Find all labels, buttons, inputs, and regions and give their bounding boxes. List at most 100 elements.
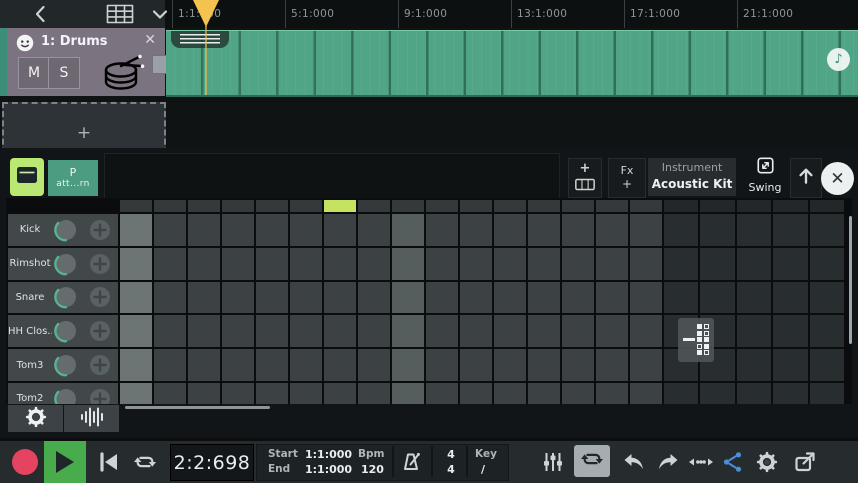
step-cell[interactable] xyxy=(494,214,526,246)
mixer-faders-icon[interactable] xyxy=(540,449,566,475)
export-button[interactable] xyxy=(790,449,820,475)
step-cell[interactable] xyxy=(528,282,560,314)
swing-button[interactable]: Swing xyxy=(744,156,786,198)
step-cell[interactable] xyxy=(664,282,698,314)
step-cell[interactable] xyxy=(773,315,807,347)
timeline-ruler[interactable]: 1:1:0005:1:0009:1:00013:1:00017:1:00021:… xyxy=(165,0,858,28)
volume-knob[interactable] xyxy=(53,284,79,310)
step-position-cell[interactable] xyxy=(562,200,594,212)
step-position-cell[interactable] xyxy=(596,200,628,212)
step-cell[interactable] xyxy=(494,282,526,314)
step-cell[interactable] xyxy=(460,383,492,404)
step-cell[interactable] xyxy=(188,248,220,280)
panel-close-button[interactable]: ✕ xyxy=(821,162,854,195)
step-position-cell[interactable] xyxy=(773,200,807,212)
undo-button[interactable] xyxy=(620,450,648,474)
loop-mode-button[interactable] xyxy=(574,445,610,477)
step-cell[interactable] xyxy=(562,282,594,314)
step-cell[interactable] xyxy=(494,349,526,381)
sequencer-settings-button[interactable] xyxy=(8,405,63,432)
step-cell[interactable] xyxy=(810,315,844,347)
step-position-cell[interactable] xyxy=(460,200,492,212)
volume-knob[interactable] xyxy=(53,318,79,344)
step-cell[interactable] xyxy=(188,349,220,381)
step-cell[interactable] xyxy=(700,383,734,404)
step-cell[interactable] xyxy=(494,248,526,280)
step-position-cell[interactable] xyxy=(154,200,186,212)
step-cell[interactable] xyxy=(426,315,458,347)
step-cell[interactable] xyxy=(528,349,560,381)
step-cell[interactable] xyxy=(154,349,186,381)
step-position-cell[interactable] xyxy=(222,200,254,212)
step-cell[interactable] xyxy=(358,282,390,314)
drums-clip[interactable]: ♪ xyxy=(166,30,858,97)
step-cell[interactable] xyxy=(562,383,594,404)
step-cell[interactable] xyxy=(737,383,771,404)
step-cell[interactable] xyxy=(392,282,424,314)
step-position-cell[interactable] xyxy=(528,200,560,212)
time-display[interactable]: 2:2:698 xyxy=(170,444,254,481)
step-cell[interactable] xyxy=(494,383,526,404)
step-cell[interactable] xyxy=(664,383,698,404)
step-cell[interactable] xyxy=(460,282,492,314)
step-cell[interactable] xyxy=(773,248,807,280)
share-button[interactable] xyxy=(720,449,746,475)
step-cell[interactable] xyxy=(358,214,390,246)
step-cell[interactable] xyxy=(596,349,628,381)
step-cell[interactable] xyxy=(630,349,662,381)
step-cell[interactable] xyxy=(528,315,560,347)
play-button[interactable] xyxy=(44,441,86,483)
back-icon[interactable] xyxy=(34,5,46,23)
step-position-cell[interactable] xyxy=(256,200,288,212)
solo-button[interactable]: S xyxy=(48,57,80,89)
step-cell[interactable] xyxy=(810,282,844,314)
step-cell[interactable] xyxy=(222,383,254,404)
step-cell[interactable] xyxy=(392,383,424,404)
step-cell[interactable] xyxy=(290,349,322,381)
step-cell[interactable] xyxy=(773,282,807,314)
metronome-icon[interactable] xyxy=(398,450,424,474)
track-close-icon[interactable]: ✕ xyxy=(144,32,156,48)
pattern-select-button[interactable]: P att...rn xyxy=(48,160,98,196)
skip-to-start-button[interactable] xyxy=(94,449,124,475)
step-cell[interactable] xyxy=(392,349,424,381)
clip-drag-handle[interactable] xyxy=(171,31,229,48)
time-sig-denominator[interactable]: 4 xyxy=(443,463,459,476)
step-cell[interactable] xyxy=(460,214,492,246)
volume-knob[interactable] xyxy=(53,386,79,404)
step-cell[interactable] xyxy=(222,214,254,246)
step-cell[interactable] xyxy=(290,214,322,246)
step-cell[interactable] xyxy=(596,383,628,404)
step-cell[interactable] xyxy=(773,383,807,404)
step-cell[interactable] xyxy=(528,214,560,246)
step-cell[interactable] xyxy=(596,214,628,246)
more-options-icon[interactable] xyxy=(686,453,716,471)
step-cell[interactable] xyxy=(737,315,771,347)
step-cell[interactable] xyxy=(737,282,771,314)
step-cell[interactable] xyxy=(426,349,458,381)
step-cell[interactable] xyxy=(630,383,662,404)
step-cell[interactable] xyxy=(222,282,254,314)
pattern-length-handle[interactable] xyxy=(678,318,714,362)
step-cell[interactable] xyxy=(494,315,526,347)
add-step-options-button[interactable] xyxy=(87,251,113,277)
step-cell[interactable] xyxy=(528,248,560,280)
step-cell[interactable] xyxy=(596,315,628,347)
key-value[interactable]: / xyxy=(481,463,485,476)
waveform-view-button[interactable] xyxy=(64,405,119,432)
step-position-cell[interactable] xyxy=(700,200,734,212)
step-cell[interactable] xyxy=(120,282,152,314)
step-position-cell[interactable] xyxy=(494,200,526,212)
step-cell[interactable] xyxy=(154,248,186,280)
step-cell[interactable] xyxy=(256,248,288,280)
step-cell[interactable] xyxy=(154,214,186,246)
step-cell[interactable] xyxy=(358,315,390,347)
step-cell[interactable] xyxy=(358,383,390,404)
mute-button[interactable]: M xyxy=(18,57,50,89)
step-position-indicator[interactable] xyxy=(324,200,356,212)
step-cell[interactable] xyxy=(256,214,288,246)
step-cell[interactable] xyxy=(426,214,458,246)
step-cell[interactable] xyxy=(810,248,844,280)
settings-gear-button[interactable] xyxy=(754,449,780,475)
step-cell[interactable] xyxy=(324,282,356,314)
